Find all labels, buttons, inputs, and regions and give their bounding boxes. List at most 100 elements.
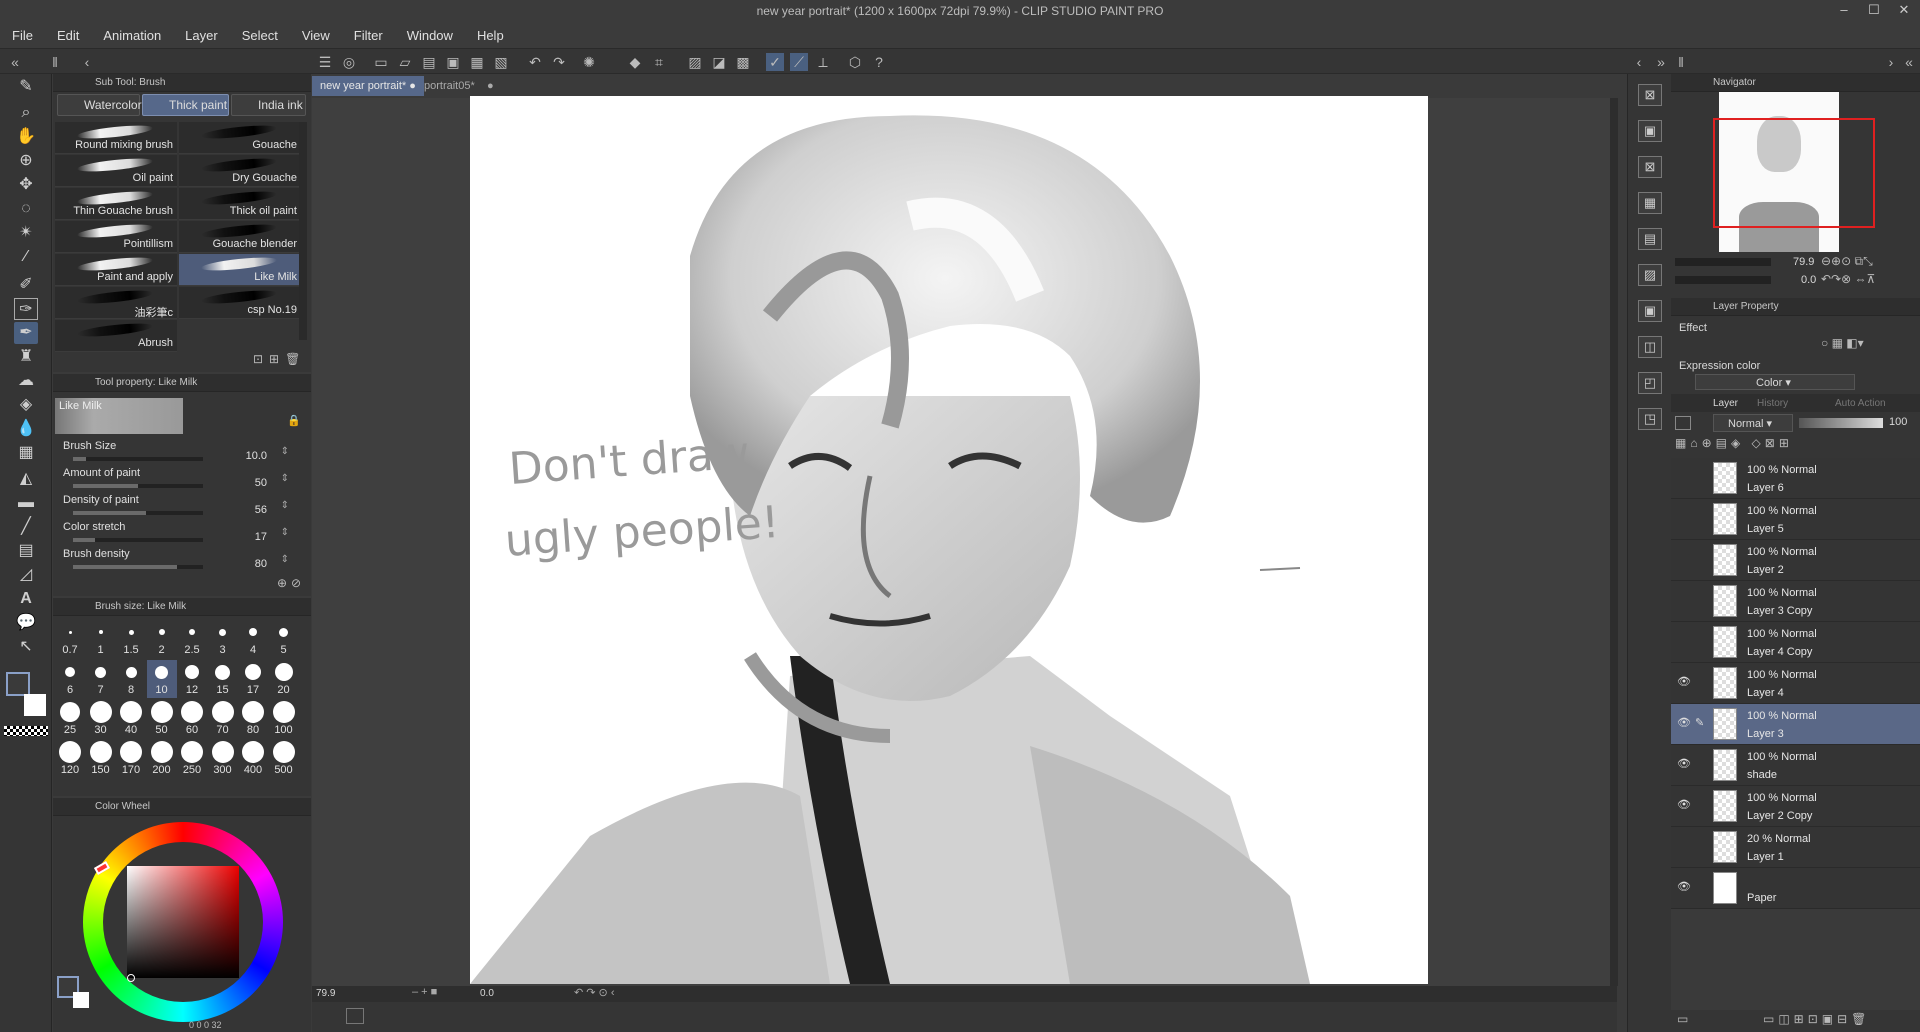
layer-visibility-icon[interactable]: 👁 <box>1677 675 1691 689</box>
decoration-tool-icon[interactable]: ☁ <box>14 370 38 392</box>
brush-size-option[interactable]: 60 <box>177 700 207 738</box>
property-row[interactable]: Color stretch 17 ⇕ <box>63 521 303 547</box>
active-brush-tool-icon[interactable]: ✒ <box>14 322 38 344</box>
brush-size-option[interactable]: 40 <box>116 700 146 738</box>
property-spin-icon[interactable]: ⇕ <box>281 527 289 538</box>
brush-size-option[interactable]: 15 <box>208 660 238 698</box>
blend-mode-select[interactable]: Normal ▾ <box>1713 414 1793 432</box>
brush-size-option[interactable]: 100 <box>269 700 299 738</box>
brush-item[interactable]: Abrush <box>55 320 177 352</box>
layer-visibility-icon[interactable] <box>1677 593 1691 607</box>
property-row[interactable]: Amount of paint 50 ⇕ <box>63 467 303 493</box>
navigator-zoom-slider[interactable] <box>1675 258 1771 266</box>
menu-help[interactable]: Help <box>465 22 516 48</box>
property-slider[interactable] <box>73 538 203 542</box>
expression-color-select[interactable]: Color ▾ <box>1695 374 1855 390</box>
snap-grid-icon[interactable]: ⟂ <box>814 53 832 71</box>
panel-expand-icon[interactable]: « <box>1900 53 1918 71</box>
fill-bucket-icon[interactable]: ◭ <box>14 468 38 490</box>
new-file-icon[interactable]: ▭ <box>372 53 390 71</box>
navigator-rotation-value[interactable]: 0.0 <box>1801 274 1816 286</box>
brush-size-option[interactable]: 5 <box>269 620 299 658</box>
property-slider[interactable] <box>73 457 203 461</box>
airbrush-icon[interactable]: ♜ <box>14 346 38 368</box>
crop-icon[interactable]: ⌗ <box>650 53 668 71</box>
layer-visibility-icon[interactable]: 👁 <box>1677 880 1691 894</box>
layer-visibility-icon[interactable] <box>1677 634 1691 648</box>
saturation-value-square[interactable] <box>127 866 239 978</box>
property-spin-icon[interactable]: ⇕ <box>281 554 289 565</box>
menu-view[interactable]: View <box>290 22 342 48</box>
brush-size-option[interactable]: 2.5 <box>177 620 207 658</box>
property-row[interactable]: Brush Size 10.0 ⇕ <box>63 440 303 466</box>
canvas-paper[interactable]: Don't draw ugly people! <box>470 96 1428 984</box>
brush-size-option[interactable]: 200 <box>147 740 177 778</box>
hamburger-menu-icon[interactable]: ☰ <box>316 53 334 71</box>
menu-select[interactable]: Select <box>230 22 290 48</box>
navigator-zoom-value[interactable]: 79.9 <box>1793 256 1814 268</box>
layer-row[interactable]: 👁 100 % Normal Layer 2 Copy <box>1671 786 1920 827</box>
layer-visibility-icon[interactable]: 👁 <box>1677 716 1691 730</box>
brush-size-option[interactable]: 250 <box>177 740 207 778</box>
menu-edit[interactable]: Edit <box>45 22 91 48</box>
brush-size-option[interactable]: 300 <box>208 740 238 778</box>
property-row[interactable]: Brush density 80 ⇕ <box>63 548 303 574</box>
text-tool-icon[interactable]: A <box>14 588 38 610</box>
brush-item[interactable]: Gouache blender <box>179 221 301 253</box>
brush-size-option[interactable]: 6 <box>55 660 85 698</box>
effect-buttons-icon[interactable]: ○ ▦ ◧▾ <box>1821 336 1864 350</box>
collapse-left-icon[interactable]: « <box>6 53 24 71</box>
tab-layer[interactable]: Layer <box>1713 398 1738 409</box>
brush-item[interactable]: Thick oil paint <box>179 188 301 220</box>
brush-size-option[interactable]: 17 <box>238 660 268 698</box>
close-icon[interactable]: ✕ <box>1895 2 1913 20</box>
lasso-tool-icon[interactable]: ◌ <box>14 198 38 220</box>
brush-item[interactable]: Thin Gouache brush <box>55 188 177 220</box>
property-value[interactable]: 10.0 <box>246 450 267 462</box>
canvas-frame-icon[interactable] <box>346 1008 364 1024</box>
move-tool-icon[interactable]: ✥ <box>14 174 38 196</box>
panel-icon-settings[interactable]: ◳ <box>1638 408 1662 430</box>
subtool-actions-icon[interactable]: ⊡⊞🗑 <box>253 352 306 366</box>
canvas-vertical-scrollbar[interactable] <box>1610 98 1618 986</box>
grid-tool-icon[interactable]: ▦ <box>14 442 38 464</box>
brush-size-option[interactable]: 80 <box>238 700 268 738</box>
layer-visibility-icon[interactable] <box>1677 839 1691 853</box>
zoom-controls-icon[interactable]: – + ■ <box>412 986 437 998</box>
brush-item[interactable]: Round mixing brush <box>55 122 177 154</box>
layer-row[interactable]: 100 % Normal Layer 5 <box>1671 499 1920 540</box>
loading-icon[interactable]: ✺ <box>580 53 598 71</box>
correct-line-icon[interactable]: ↖ <box>14 636 38 658</box>
panel-icon-history[interactable]: ◰ <box>1638 372 1662 394</box>
brush-size-option[interactable]: 0.7 <box>55 620 85 658</box>
transparent-color-swatch[interactable] <box>4 726 48 736</box>
layer-visibility-icon[interactable]: 👁 <box>1677 757 1691 771</box>
property-value[interactable]: 80 <box>255 558 267 570</box>
menu-file[interactable]: File <box>0 22 45 48</box>
navigator-zoom-buttons-icon[interactable]: ⊖⊕⊙ ⧉⤡ <box>1821 254 1873 269</box>
panel-left-arrow-icon[interactable]: ‹ <box>1630 53 1648 71</box>
brush-size-option[interactable]: 8 <box>116 660 146 698</box>
brush-size-option[interactable]: 20 <box>269 660 299 698</box>
tab-portrait05[interactable]: portrait05* ● <box>416 76 502 96</box>
panel-divider-icon[interactable]: ‖ <box>1672 53 1690 71</box>
ruler-tool-icon[interactable]: ◿ <box>14 564 38 586</box>
operation-tool-icon[interactable]: ⊕ <box>14 150 38 172</box>
pen-tool-icon[interactable]: ✎ <box>14 76 38 98</box>
tab-india-ink[interactable]: India ink <box>231 94 306 116</box>
menu-filter[interactable]: Filter <box>342 22 395 48</box>
brush-size-option[interactable]: 3 <box>208 620 238 658</box>
brush-size-option[interactable]: 170 <box>116 740 146 778</box>
layer-row[interactable]: 100 % Normal Layer 2 <box>1671 540 1920 581</box>
tab-auto-action[interactable]: Auto Action <box>1835 398 1886 409</box>
brush-size-option[interactable]: 50 <box>147 700 177 738</box>
balloon-tool-icon[interactable]: 💬 <box>14 612 38 634</box>
magic-wand-icon[interactable]: ✴ <box>14 222 38 244</box>
brush-item[interactable]: Oil paint <box>55 155 177 187</box>
brush-item[interactable]: Gouache <box>179 122 301 154</box>
panel-collapse-icon[interactable]: » <box>1652 53 1670 71</box>
property-slider[interactable] <box>73 565 203 569</box>
material-icon[interactable]: ⬡ <box>846 53 864 71</box>
brush-size-option[interactable]: 10 <box>146 660 177 698</box>
opacity-value[interactable]: 100 <box>1889 416 1907 428</box>
